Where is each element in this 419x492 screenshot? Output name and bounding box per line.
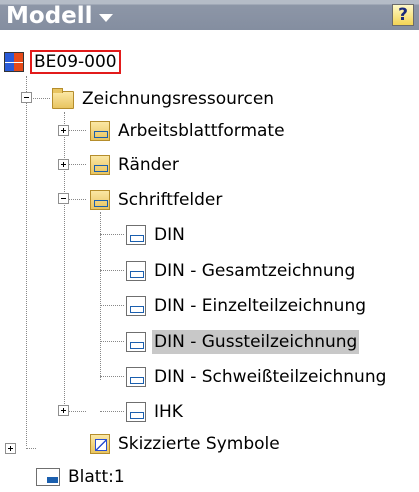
tree-item-label: DIN - Gesamtzeichnung xyxy=(154,261,356,281)
borders-folder-icon xyxy=(90,155,110,175)
tree-item-label: Arbeitsblattformate xyxy=(118,121,285,141)
sheet-format-folder-icon xyxy=(90,121,110,141)
expand-toggle-blatt[interactable] xyxy=(5,443,16,454)
tree-line xyxy=(100,341,124,342)
browser-mode-dropdown[interactable]: Modell xyxy=(6,2,113,30)
tree-line xyxy=(100,376,124,377)
tree-line xyxy=(26,448,36,449)
tree-item-label: DIN xyxy=(154,225,185,245)
tree-item-label: DIN - Gussteilzeichnung xyxy=(152,330,360,354)
title-block-icon xyxy=(126,225,146,245)
collapse-toggle-zeichnungsressourcen[interactable] xyxy=(21,92,32,103)
browser-mode-label: Modell xyxy=(6,3,93,29)
chevron-down-icon xyxy=(98,13,113,22)
title-block-icon xyxy=(126,261,146,281)
expand-toggle-arbeitsblattformate[interactable] xyxy=(58,125,69,136)
tree-item-title-block[interactable]: DIN - Schweißteilzeichnung xyxy=(126,362,388,392)
tree-item-label: Zeichnungsressourcen xyxy=(82,89,275,109)
tree-line xyxy=(100,234,124,235)
title-block-icon xyxy=(126,402,146,422)
expand-toggle-skizzierte-symbole[interactable] xyxy=(58,405,69,416)
tree-item-schriftfelder[interactable]: Schriftfelder xyxy=(90,185,224,215)
tree-item-label: DIN - Einzelteilzeichnung xyxy=(154,296,367,316)
tree-line xyxy=(100,212,101,380)
tree-item-title-block-selected[interactable]: DIN - Gussteilzeichnung xyxy=(126,327,360,357)
tree-item-label: Blatt:1 xyxy=(68,467,125,487)
tree-item-title-block[interactable]: DIN - Einzelteilzeichnung xyxy=(126,291,368,321)
tree-line xyxy=(100,411,124,412)
title-block-icon xyxy=(126,332,146,352)
tree-line xyxy=(64,112,65,412)
title-block-icon xyxy=(126,367,146,387)
sheet-icon xyxy=(36,468,60,486)
help-button[interactable]: ? xyxy=(392,4,414,26)
drawing-document-icon xyxy=(4,52,24,72)
collapse-toggle-schriftfelder[interactable] xyxy=(58,193,69,204)
tree-item-zeichnungsressourcen[interactable]: Zeichnungsressourcen xyxy=(52,84,276,114)
tree-item-skizzierte-symbole[interactable]: Skizzierte Symbole xyxy=(90,429,282,459)
tree-line xyxy=(100,305,124,306)
browser-header: Modell ? xyxy=(0,0,419,30)
title-block-icon xyxy=(126,296,146,316)
tree-line xyxy=(100,270,124,271)
tree-line xyxy=(26,76,27,446)
tree-item-label: Ränder xyxy=(118,155,179,175)
title-blocks-folder-icon xyxy=(90,190,110,210)
folder-icon xyxy=(52,88,74,109)
tree-item-arbeitsblattformate[interactable]: Arbeitsblattformate xyxy=(90,116,287,146)
tree-item-label: DIN - Schweißteilzeichnung xyxy=(154,367,387,387)
tree-item-raender[interactable]: Ränder xyxy=(90,150,181,180)
tree-item-label: IHK xyxy=(154,402,183,422)
expand-toggle-raender[interactable] xyxy=(58,159,69,170)
tree-item-blatt[interactable]: Blatt:1 xyxy=(36,462,127,492)
tree-item-title-block[interactable]: DIN - Gesamtzeichnung xyxy=(126,256,357,286)
sketched-symbols-folder-icon xyxy=(90,434,110,454)
tree-item-label: Schriftfelder xyxy=(118,190,223,210)
tree-item-label: Skizzierte Symbole xyxy=(118,434,280,454)
tree-item-label: BE09-000 xyxy=(30,50,121,74)
tree-item-title-block[interactable]: DIN xyxy=(126,220,187,250)
tree-item-title-block[interactable]: IHK xyxy=(126,397,185,427)
tree-item-root[interactable]: BE09-000 xyxy=(4,47,121,77)
